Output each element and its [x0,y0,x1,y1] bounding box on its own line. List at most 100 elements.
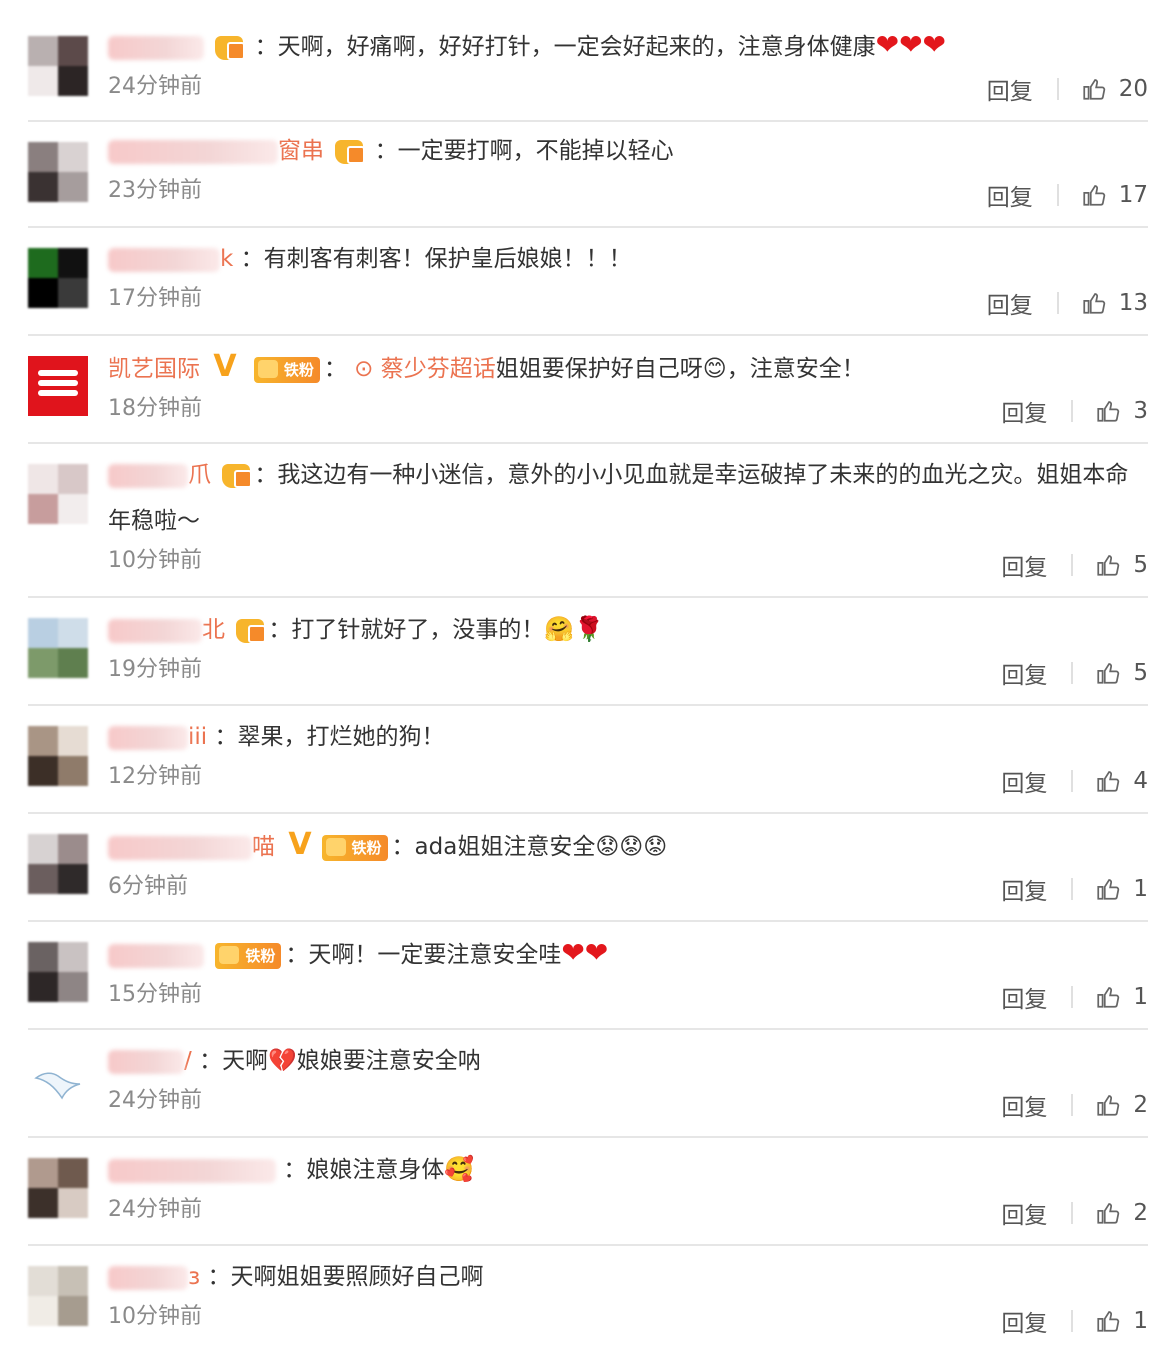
username-tail[interactable]: 北 [202,617,225,643]
comment-text: ：天啊！一定要注意安全哇 [285,942,562,968]
reply-button[interactable]: 回复 [1001,872,1071,906]
timestamp: 6分钟前 [108,874,188,899]
timestamp: 15分钟前 [108,982,202,1007]
username-tail[interactable]: 窗串 [278,138,324,164]
username-tail[interactable]: 爪 [188,462,211,488]
avatar[interactable] [28,1266,88,1326]
divider [1071,662,1074,684]
avatar[interactable] [28,464,88,524]
reply-button[interactable]: 回复 [1001,656,1071,690]
username-tail[interactable]: 喵 [252,834,275,860]
username[interactable] [108,247,220,272]
divider [1071,878,1074,900]
reply-button[interactable]: 回复 [987,178,1057,212]
avatar[interactable] [28,1050,88,1110]
reply-button[interactable]: 回复 [987,72,1057,106]
reply-button[interactable]: 回复 [1001,980,1071,1014]
thumbs-up-icon[interactable] [1095,552,1121,578]
thumbs-up-icon[interactable] [1095,660,1121,686]
bird-doodle-icon [34,1072,81,1100]
avatar[interactable] [28,726,88,786]
username[interactable] [108,1158,276,1183]
comment-text: ：天啊姐姐要照顾好自己啊 [207,1264,484,1290]
reply-button[interactable]: 回复 [1001,1304,1071,1338]
username[interactable] [108,1265,188,1290]
heart-emoji: ❤❤❤ [875,28,947,61]
thumbs-up-icon[interactable] [1095,768,1121,794]
comment-text-line: з ：天啊姐姐要照顾好自己啊 [108,1254,1148,1300]
thumbs-up-icon[interactable] [1095,1308,1121,1334]
divider [1071,400,1074,422]
comment-row: 凯艺国际 V 铁粉： ⊙ 蔡少芬超话姐姐要保护好自己呀😊，注意安全！ 18分钟前… [28,336,1148,444]
like-count: 1 [1133,876,1148,902]
comment-text-line: 爪 ：我这边有一种小迷信，意外的小小见血就是幸运破掉了未来的的血光之灾。姐姐本命… [108,452,1148,544]
thumbs-up-icon[interactable] [1081,76,1107,102]
comment-row: iii ：翠果，打烂她的狗！ 12分钟前 回复 4 [28,706,1148,814]
verified-v-icon: V [213,349,237,384]
avatar[interactable] [28,248,88,308]
like-count: 20 [1118,76,1148,102]
like-count: 5 [1133,660,1148,686]
username[interactable] [108,463,188,488]
username[interactable] [108,139,278,164]
fan-badge: 铁粉 [321,834,388,861]
heart-emoji: ❤❤ [561,936,609,969]
username[interactable]: 凯艺国际 [108,356,200,382]
comment-row: 铁粉 ：天啊！一定要注意安全哇❤❤ 15分钟前 回复 1 [28,922,1148,1030]
divider [1071,1094,1074,1116]
thumbs-up-icon[interactable] [1095,984,1121,1010]
thumbs-up-icon[interactable] [1095,876,1121,902]
avatar[interactable] [28,1158,88,1218]
avatar[interactable] [28,942,88,1002]
reply-button[interactable]: 回复 [1001,1088,1071,1122]
avatar[interactable] [28,36,88,96]
reply-button[interactable]: 回复 [1001,764,1071,798]
supertopic-link[interactable]: ⊙ 蔡少芬超话 [354,356,496,382]
username-tail[interactable]: k [220,246,233,272]
comment-text: ：天啊💔娘娘要注意安全呐 [199,1048,481,1074]
username[interactable] [108,1049,184,1074]
reply-button[interactable]: 回复 [1001,394,1071,428]
thumbs-up-icon[interactable] [1081,290,1107,316]
username[interactable] [108,943,204,968]
avatar[interactable] [28,834,88,894]
username-tail[interactable]: / [184,1048,192,1074]
crown-badge-icon [236,618,267,643]
username[interactable] [108,725,188,750]
username-tail[interactable]: з [188,1264,200,1290]
avatar[interactable] [28,142,88,202]
avatar[interactable] [28,356,88,416]
thumbs-up-icon[interactable] [1095,398,1121,424]
reply-button[interactable]: 回复 [987,286,1057,320]
username[interactable] [108,835,252,860]
verified-v-icon: V [288,827,312,862]
comment-text-line: ：娘娘注意身体🥰 [108,1146,1148,1193]
comment-text-line: / ：天啊💔娘娘要注意安全呐 [108,1038,1148,1084]
supertopic-link-label: 蔡少芬超话 [380,356,496,382]
divider [1056,292,1059,314]
like-count: 1 [1133,984,1148,1010]
username[interactable] [108,35,204,60]
timestamp: 10分钟前 [108,1304,202,1329]
comment-text: ：娘娘注意身体 [283,1157,445,1183]
comment-text: ：翠果，打烂她的狗！ [214,724,445,750]
like-count: 1 [1133,1308,1148,1334]
timestamp: 18分钟前 [108,396,202,421]
comment-list: ：天啊，好痛啊，好好打针，一定会好起来的，注意身体健康❤❤❤ 24分钟前 回复 … [28,0,1148,1348]
comment-row: 喵 V 铁粉 ：ada姐姐注意安全😟😟😟 6分钟前 回复 1 [28,814,1148,922]
comment-row: k ：有刺客有刺客！保护皇后娘娘！！！ 17分钟前 回复 13 [28,228,1148,336]
username[interactable] [108,618,202,643]
reply-button[interactable]: 回复 [1001,1196,1071,1230]
comment-row: ：天啊，好痛啊，好好打针，一定会好起来的，注意身体健康❤❤❤ 24分钟前 回复 … [28,0,1148,122]
thumbs-up-icon[interactable] [1095,1200,1121,1226]
reply-button[interactable]: 回复 [1001,548,1071,582]
comment-text: ：打了针就好了，没事的！ [268,617,545,643]
avatar[interactable] [28,618,88,678]
divider [1071,986,1074,1008]
thumbs-up-icon[interactable] [1095,1092,1121,1118]
thumbs-up-icon[interactable] [1081,182,1107,208]
username-tail[interactable]: iii [188,724,207,750]
fan-badge: 铁粉 [253,356,320,383]
divider [1071,1310,1074,1332]
like-count: 4 [1133,768,1148,794]
